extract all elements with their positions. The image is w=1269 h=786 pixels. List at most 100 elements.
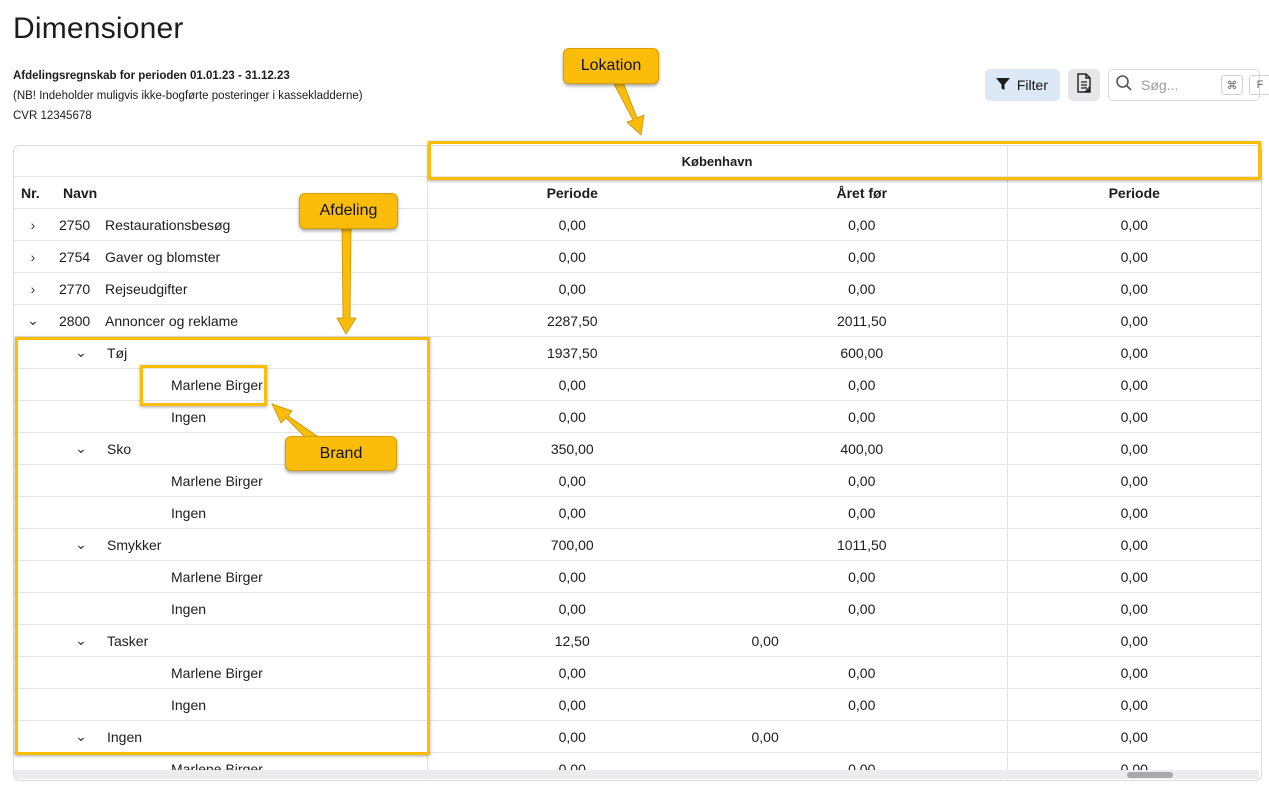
period-value: 0,00 xyxy=(426,560,717,593)
chevron-down-icon[interactable]: ⌄ xyxy=(73,536,89,553)
table-row[interactable]: ⌄ Sko 350,00 400,00 0,00 xyxy=(14,432,1261,465)
report-note: (NB! Indeholder muligvis ikke-bogførte p… xyxy=(13,90,363,102)
chevron-down-icon[interactable]: ⌄ xyxy=(73,632,89,649)
name-cell-content: ⌄ 2800 Annoncer og reklame xyxy=(14,305,427,336)
period-value: 0,00 xyxy=(426,368,717,401)
account-number: 2800 xyxy=(59,312,91,329)
nr-header: Nr. xyxy=(21,184,40,201)
table-row[interactable]: Ingen 0,00 0,00 0,00 xyxy=(14,496,1261,529)
period2-value: 0,00 xyxy=(1006,304,1261,337)
row-label: Ingen xyxy=(171,696,207,713)
table-row[interactable]: › 2754 Gaver og blomster 0,00 0,00 0,00 xyxy=(14,240,1261,273)
search-input[interactable] xyxy=(1139,76,1215,94)
export-document-icon xyxy=(1075,72,1093,98)
name-cell: Marlene Birger xyxy=(14,560,427,593)
name-cell-content: Marlene Birger xyxy=(14,369,427,400)
period-value: 0,00 0,00 xyxy=(426,720,779,753)
table-row[interactable]: Marlene Birger 0,00 0,00 0,00 xyxy=(14,560,1261,593)
row-label: Sko xyxy=(107,440,132,457)
period2-value: 0,00 xyxy=(1006,528,1261,561)
period-value: 2287,50 xyxy=(426,304,717,337)
name-cell: ⌄ 2800 Annoncer og reklame xyxy=(14,304,427,337)
period2-value: 0,00 xyxy=(1006,272,1261,305)
shortcut-cmd-key: ⌘ xyxy=(1221,75,1243,95)
name-cell: › 2754 Gaver og blomster xyxy=(14,240,427,273)
row-label: Ingen xyxy=(171,600,207,617)
filter-button[interactable]: Filter xyxy=(984,69,1060,101)
table-row[interactable]: ⌄ Tøj 1937,50 600,00 0,00 xyxy=(14,336,1261,369)
period-split: 12,50 0,00 xyxy=(428,625,779,656)
page-title: Dimensioner xyxy=(13,12,184,45)
prev-year-value: 0,00 xyxy=(717,656,1008,689)
table-row[interactable]: › 2750 Restaurationsbesøg 0,00 0,00 0,00 xyxy=(14,208,1261,241)
horizontal-scrollbar-track[interactable] xyxy=(14,770,1259,779)
period-value: 0,00 xyxy=(426,496,717,529)
name-cell: ⌄ Tasker xyxy=(14,624,427,657)
prev-year-value: 0,00 xyxy=(717,240,1008,273)
chevron-down-icon[interactable]: ⌄ xyxy=(73,728,89,745)
name-cell: Ingen xyxy=(14,496,427,529)
horizontal-scrollbar-thumb[interactable] xyxy=(1127,772,1173,778)
row-label: Ingen xyxy=(107,728,143,745)
period-value: 350,00 xyxy=(426,432,717,465)
navn-header: Navn xyxy=(63,184,98,201)
report-subtitle: Afdelingsregnskab for perioden 01.01.23 … xyxy=(13,70,290,82)
table-row[interactable]: ⌄ 2800 Annoncer og reklame 2287,50 2011,50 0,… xyxy=(14,304,1261,337)
name-cell-content: Ingen xyxy=(14,497,427,528)
chevron-down-icon[interactable]: ⌄ xyxy=(25,312,41,329)
table-row[interactable]: Ingen 0,00 0,00 0,00 xyxy=(14,592,1261,625)
period2-value: 0,00 xyxy=(1006,368,1261,401)
prev-year-value: 600,00 xyxy=(717,336,1008,369)
prev-year-header[interactable]: Året før xyxy=(717,176,1008,209)
period-value: 0,00 xyxy=(426,208,717,241)
table-row[interactable]: Marlene Birger 0,00 0,00 0,00 xyxy=(14,368,1261,401)
period-value: 0,00 xyxy=(426,656,717,689)
table-row[interactable]: › 2770 Rejseudgifter 0,00 0,00 0,00 xyxy=(14,272,1261,305)
period2-value: 0,00 xyxy=(1006,240,1261,273)
dimensions-table: København Nr. Navn Periode Året før Perio… xyxy=(13,145,1262,781)
shortcut-f-key: F xyxy=(1249,75,1269,95)
period-header[interactable]: Periode xyxy=(426,176,717,209)
period2-value: 0,00 xyxy=(1006,688,1261,721)
row-label: Tasker xyxy=(107,632,149,649)
prev-year-amount-inline: 0,00 xyxy=(751,728,779,745)
chevron-right-icon[interactable]: › xyxy=(25,249,41,265)
table-row[interactable]: ⌄ Smykker 700,00 1011,50 0,00 xyxy=(14,528,1261,561)
prev-year-value: 1011,50 xyxy=(717,528,1008,561)
table-row[interactable]: Ingen 0,00 0,00 0,00 xyxy=(14,400,1261,433)
name-cell-content: ⌄ Tasker xyxy=(14,625,427,656)
column-group-row: København xyxy=(14,146,1261,177)
table-row[interactable]: ⌄ Ingen 0,00 0,00 0,00 xyxy=(14,720,1261,753)
chevron-down-icon[interactable]: ⌄ xyxy=(73,344,89,361)
search-icon xyxy=(1115,74,1133,97)
group-spacer xyxy=(14,146,427,177)
period2-value: 0,00 xyxy=(1006,432,1261,465)
period2-header[interactable]: Periode xyxy=(1006,176,1261,209)
table-row[interactable]: Marlene Birger 0,00 0,00 0,00 xyxy=(14,464,1261,497)
prev-year-value: 0,00 xyxy=(717,560,1008,593)
prev-year-value: 0,00 xyxy=(717,688,1008,721)
name-cell-content: Marlene Birger xyxy=(14,561,427,592)
table-row[interactable]: ⌄ Tasker 12,50 0,00 0,00 xyxy=(14,624,1261,657)
table-row[interactable]: Marlene Birger 0,00 0,00 0,00 xyxy=(14,656,1261,689)
period2-value: 0,00 xyxy=(1006,496,1261,529)
export-report-button[interactable] xyxy=(1068,69,1100,101)
search-box[interactable]: ⌘ F xyxy=(1108,69,1269,101)
row-label: Gaver og blomster xyxy=(105,248,221,265)
name-cell-content: Ingen xyxy=(14,401,427,432)
name-cell-content: Marlene Birger xyxy=(14,657,427,688)
table-row[interactable]: Ingen 0,00 0,00 0,00 xyxy=(14,688,1261,721)
filter-button-label: Filter xyxy=(1016,77,1048,93)
period-split: 0,00 0,00 xyxy=(428,721,779,752)
chevron-right-icon[interactable]: › xyxy=(25,281,41,297)
name-cell-content: › 2770 Rejseudgifter xyxy=(14,273,427,304)
chevron-right-icon[interactable]: › xyxy=(25,217,41,233)
row-label: Marlene Birger xyxy=(171,568,263,585)
row-label: Restaurationsbesøg xyxy=(105,216,231,233)
prev-year-amount-inline: 0,00 xyxy=(751,632,779,649)
chevron-down-icon[interactable]: ⌄ xyxy=(73,440,89,457)
department-callout: Afdeling xyxy=(299,193,398,229)
empty-group-header xyxy=(1006,146,1261,177)
period2-value: 0,00 xyxy=(1006,208,1261,241)
column-header-row: Nr. Navn Periode Året før Periode xyxy=(14,176,1261,209)
